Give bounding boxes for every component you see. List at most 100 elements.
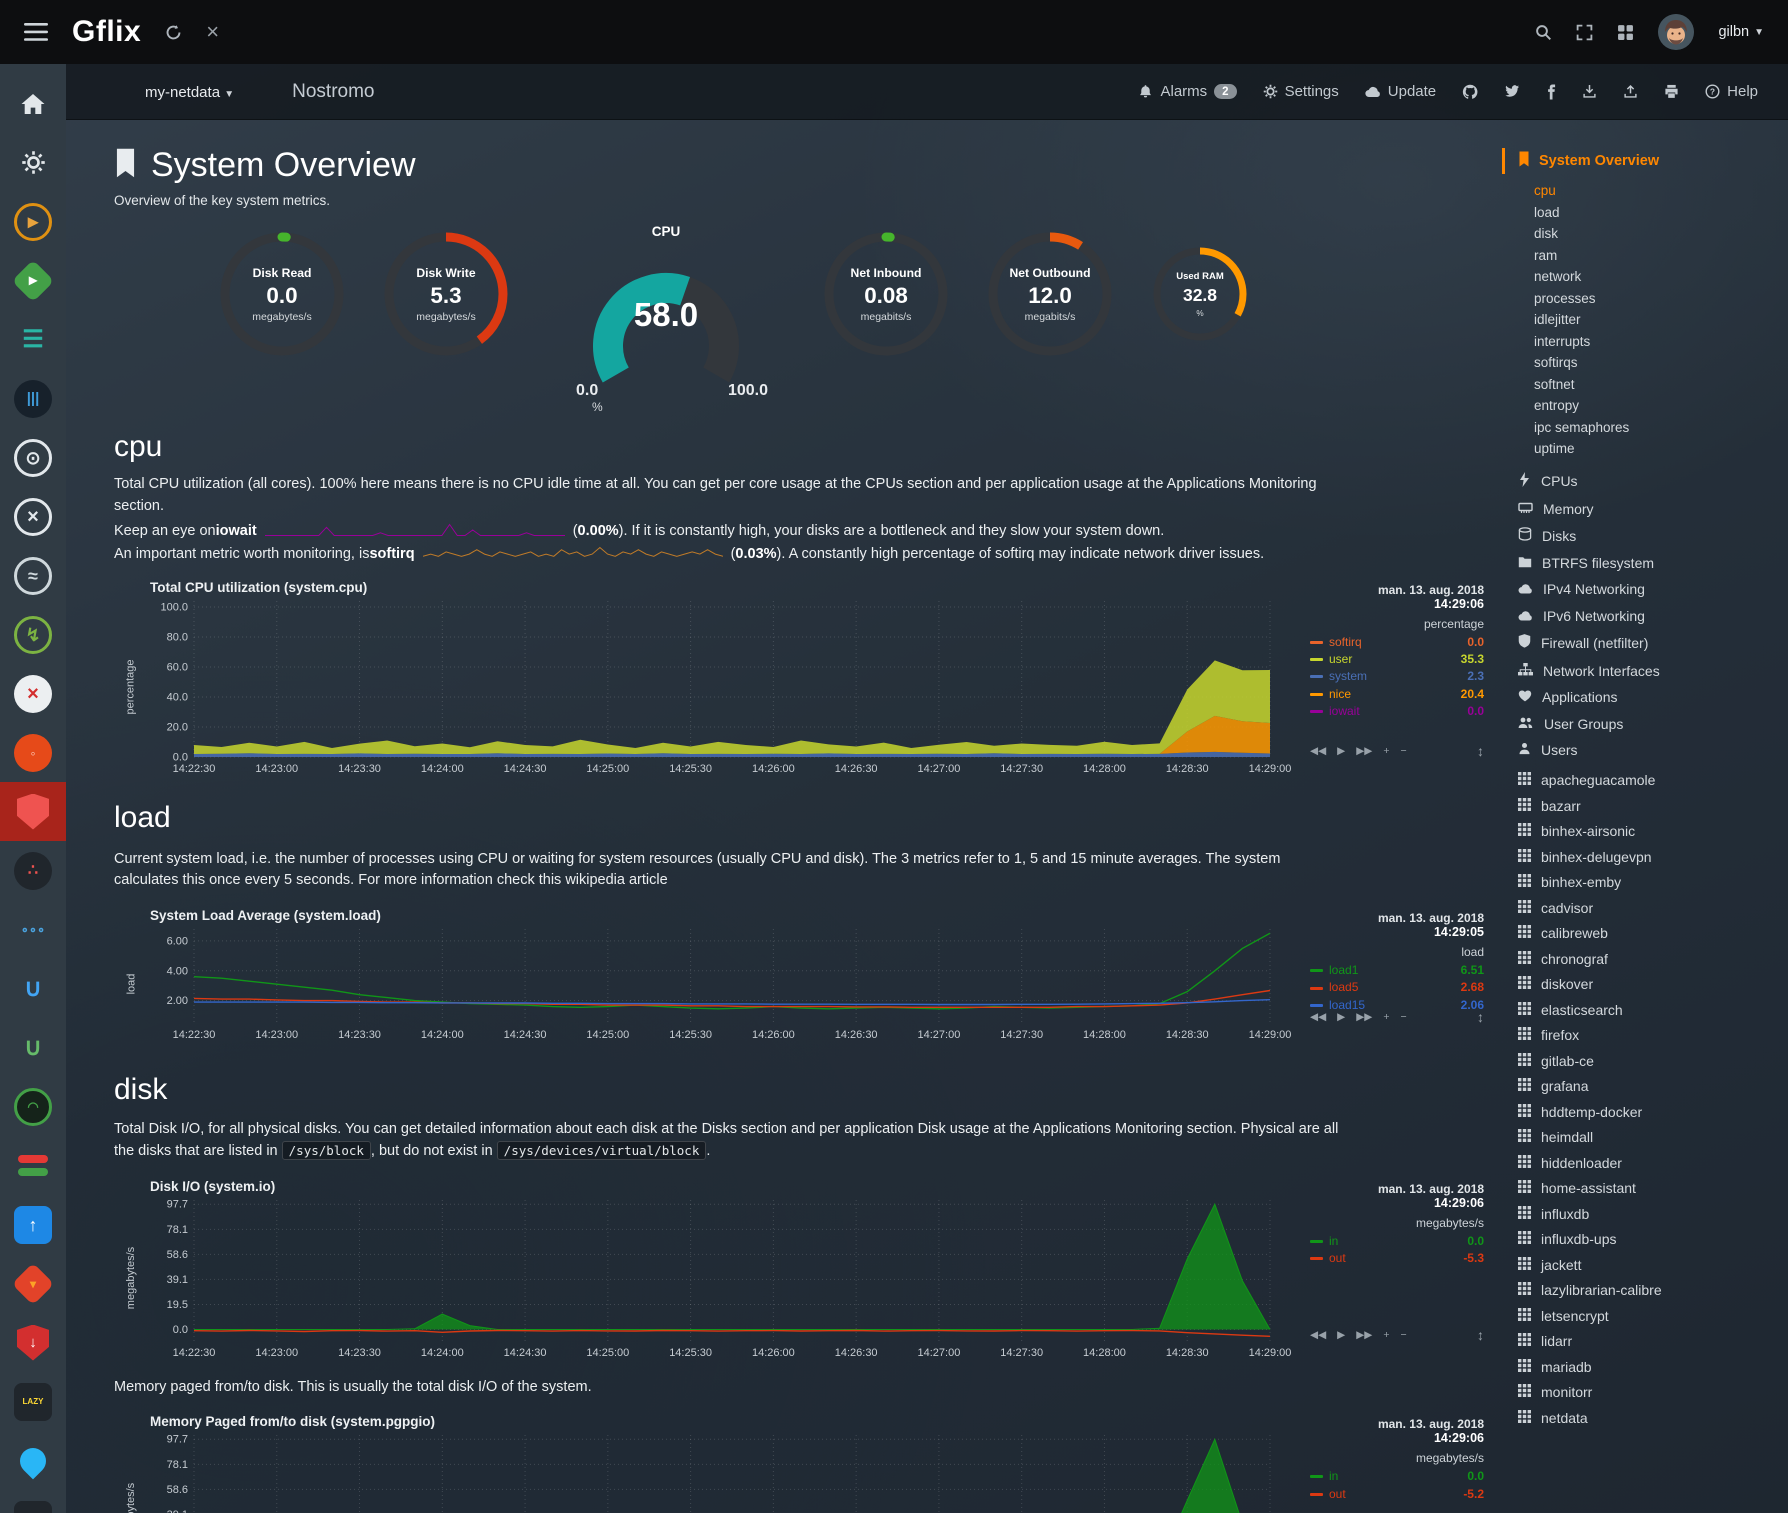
settings-button[interactable]: Settings bbox=[1263, 83, 1339, 100]
legend-item-nice[interactable]: nice20.4 bbox=[1310, 686, 1484, 703]
menu-item-diskover[interactable]: diskover bbox=[1518, 976, 1788, 992]
menu-subitem-entropy[interactable]: entropy bbox=[1534, 398, 1788, 413]
menu-item-chronograf[interactable]: chronograf bbox=[1518, 951, 1788, 967]
gitlab-fox-icon[interactable]: ▾ bbox=[0, 1254, 66, 1313]
gauge-used-ram[interactable]: Used RAM32.8% bbox=[1150, 244, 1250, 344]
menu-item-ipv6-networking[interactable]: IPv6 Networking bbox=[1518, 608, 1788, 624]
teal-layers-icon[interactable]: ☰ bbox=[0, 310, 66, 369]
legend-item-out[interactable]: out-5.3 bbox=[1310, 1250, 1484, 1267]
menu-item-bazarr[interactable]: bazarr bbox=[1518, 798, 1788, 814]
menu-item-firefox[interactable]: firefox bbox=[1518, 1027, 1788, 1043]
legend-item-system[interactable]: system2.3 bbox=[1310, 668, 1484, 685]
menu-subitem-load[interactable]: load bbox=[1534, 205, 1788, 220]
menu-item-apacheguacamole[interactable]: apacheguacamole bbox=[1518, 772, 1788, 788]
menu-item-lazylibrarian-calibre[interactable]: lazylibrarian-calibre bbox=[1518, 1282, 1788, 1298]
legend-item-in[interactable]: in0.0 bbox=[1310, 1233, 1484, 1250]
white-cross-circle-icon[interactable]: × bbox=[0, 487, 66, 546]
menu-subitem-softnet[interactable]: softnet bbox=[1534, 377, 1788, 392]
swirl-circle-icon[interactable]: ≈ bbox=[0, 546, 66, 605]
blue-equalizer-icon[interactable]: ||| bbox=[0, 369, 66, 428]
refresh-icon[interactable] bbox=[165, 24, 182, 41]
legend-item-load5[interactable]: load52.68 bbox=[1310, 979, 1484, 996]
chart-plot[interactable]: 14:22:3014:23:0014:23:3014:24:0014:24:30… bbox=[148, 597, 1298, 777]
fullscreen-icon[interactable] bbox=[1576, 24, 1593, 41]
menu-subitem-network[interactable]: network bbox=[1534, 269, 1788, 284]
chart-toolbar[interactable]: ◀◀▶▶▶+− bbox=[1310, 1329, 1407, 1341]
water-drop-icon[interactable] bbox=[0, 1431, 66, 1490]
menu-item-monitorr[interactable]: monitorr bbox=[1518, 1384, 1788, 1400]
menu-item-memory[interactable]: Memory bbox=[1518, 501, 1788, 517]
menu-item-binhex-delugevpn[interactable]: binhex-delugevpn bbox=[1518, 849, 1788, 865]
search-icon[interactable] bbox=[1535, 24, 1552, 41]
chart-plot[interactable]: 14:22:3014:23:0014:23:3014:24:0014:24:30… bbox=[148, 1431, 1298, 1513]
dark-green-ring-icon[interactable]: ◠ bbox=[0, 1077, 66, 1136]
green-magnet-icon[interactable]: ∪ bbox=[0, 1018, 66, 1077]
menu-item-hiddenloader[interactable]: hiddenloader bbox=[1518, 1155, 1788, 1171]
menu-item-applications[interactable]: Applications bbox=[1518, 689, 1788, 705]
chart-plot[interactable]: 14:22:3014:23:0014:23:3014:24:0014:24:30… bbox=[148, 925, 1298, 1043]
menu-item-disks[interactable]: Disks bbox=[1518, 527, 1788, 544]
menu-subitem-processes[interactable]: processes bbox=[1534, 291, 1788, 306]
orange-dot-icon[interactable]: ◦ bbox=[0, 723, 66, 782]
chart-resize-handle[interactable]: ↕ bbox=[1477, 1327, 1484, 1343]
menu-subitem-softirqs[interactable]: softirqs bbox=[1534, 355, 1788, 370]
red-cross-badge-icon[interactable]: × bbox=[0, 664, 66, 723]
menu-item-cadvisor[interactable]: cadvisor bbox=[1518, 900, 1788, 916]
chart-system-load[interactable]: System Load Average (system.load) load 1… bbox=[114, 908, 1502, 1043]
menu-subitem-disk[interactable]: disk bbox=[1534, 226, 1788, 241]
menu-subitem-interrupts[interactable]: interrupts bbox=[1534, 334, 1788, 349]
red-shield-icon[interactable] bbox=[0, 782, 66, 841]
menu-item-influxdb[interactable]: influxdb bbox=[1518, 1206, 1788, 1222]
chart-resize-handle[interactable]: ↕ bbox=[1477, 743, 1484, 759]
menu-item-mariadb[interactable]: mariadb bbox=[1518, 1359, 1788, 1375]
menu-item-gitlab-ce[interactable]: gitlab-ce bbox=[1518, 1053, 1788, 1069]
legend-item-iowait[interactable]: iowait0.0 bbox=[1310, 703, 1484, 720]
green-diamond-play-icon[interactable]: ▸ bbox=[0, 251, 66, 310]
gauge-disk-read[interactable]: Disk Read0.0megabytes/s bbox=[218, 230, 346, 358]
menu-item-user-groups[interactable]: User Groups bbox=[1518, 716, 1788, 732]
menu-item-cpus[interactable]: CPUs bbox=[1518, 472, 1788, 490]
menu-item-binhex-airsonic[interactable]: binhex-airsonic bbox=[1518, 823, 1788, 839]
alarms-button[interactable]: Alarms 2 bbox=[1138, 83, 1236, 100]
menu-item-influxdb-ups[interactable]: influxdb-ups bbox=[1518, 1231, 1788, 1247]
menu-item-ipv4-networking[interactable]: IPv4 Networking bbox=[1518, 581, 1788, 597]
menu-item-network-interfaces[interactable]: Network Interfaces bbox=[1518, 663, 1788, 679]
hamburger-menu-icon[interactable] bbox=[24, 23, 48, 41]
menu-subitem-ipc-semaphores[interactable]: ipc semaphores bbox=[1534, 420, 1788, 435]
menu-item-elasticsearch[interactable]: elasticsearch bbox=[1518, 1002, 1788, 1018]
blue-u-icon[interactable]: ∪ bbox=[0, 959, 66, 1018]
github-link[interactable] bbox=[1462, 84, 1478, 100]
nextcloud-icon[interactable]: ∘∘∘ bbox=[0, 900, 66, 959]
chart-toolbar[interactable]: ◀◀▶▶▶+− bbox=[1310, 1011, 1407, 1023]
search-badge-icon[interactable]: ⊙ bbox=[0, 428, 66, 487]
legend-item-softirq[interactable]: softirq0.0 bbox=[1310, 634, 1484, 651]
menu-item-binhex-emby[interactable]: binhex-emby bbox=[1518, 874, 1788, 890]
menu-item-jackett[interactable]: jackett bbox=[1518, 1257, 1788, 1273]
chart-resize-handle[interactable]: ↕ bbox=[1477, 1009, 1484, 1025]
orange-play-icon[interactable]: ▸ bbox=[0, 192, 66, 251]
menu-subitem-idlejitter[interactable]: idlejitter bbox=[1534, 312, 1788, 327]
menu-item-letsencrypt[interactable]: letsencrypt bbox=[1518, 1308, 1788, 1324]
legend-item-load1[interactable]: load16.51 bbox=[1310, 962, 1484, 979]
chart-plot[interactable]: 14:22:3014:23:0014:23:3014:24:0014:24:30… bbox=[148, 1196, 1298, 1361]
menu-item-lidarr[interactable]: lidarr bbox=[1518, 1333, 1788, 1349]
menu-item-home-assistant[interactable]: home-assistant bbox=[1518, 1180, 1788, 1196]
close-frame-icon[interactable]: × bbox=[206, 21, 219, 43]
menu-item-grafana[interactable]: grafana bbox=[1518, 1078, 1788, 1094]
gauge-net-outbound[interactable]: Net Outbound12.0megabits/s bbox=[986, 230, 1114, 358]
avatar[interactable] bbox=[1658, 14, 1694, 50]
apps-grid-icon[interactable] bbox=[1617, 24, 1634, 41]
settings-icon[interactable] bbox=[0, 133, 66, 192]
menu-item-users[interactable]: Users bbox=[1518, 742, 1788, 758]
chart-system-io[interactable]: Disk I/O (system.io) megabytes/s 14:22:3… bbox=[114, 1179, 1502, 1361]
home-icon[interactable] bbox=[0, 74, 66, 133]
legend-item-in[interactable]: in0.0 bbox=[1310, 1468, 1484, 1485]
gauge-disk-write[interactable]: Disk Write5.3megabytes/s bbox=[382, 230, 510, 358]
update-button[interactable]: Update bbox=[1365, 83, 1436, 100]
chart-system-pgpgio[interactable]: Memory Paged from/to disk (system.pgpgio… bbox=[114, 1414, 1502, 1513]
red-shield-download-icon[interactable]: ↓ bbox=[0, 1313, 66, 1372]
menu-item-calibreweb[interactable]: calibreweb bbox=[1518, 925, 1788, 941]
menu-item-btrfs-filesystem[interactable]: BTRFS filesystem bbox=[1518, 555, 1788, 571]
menu-item-system-overview[interactable]: System Overview bbox=[1502, 148, 1788, 174]
gauge-cpu[interactable]: CPU58.00.0100.0% bbox=[546, 224, 786, 412]
